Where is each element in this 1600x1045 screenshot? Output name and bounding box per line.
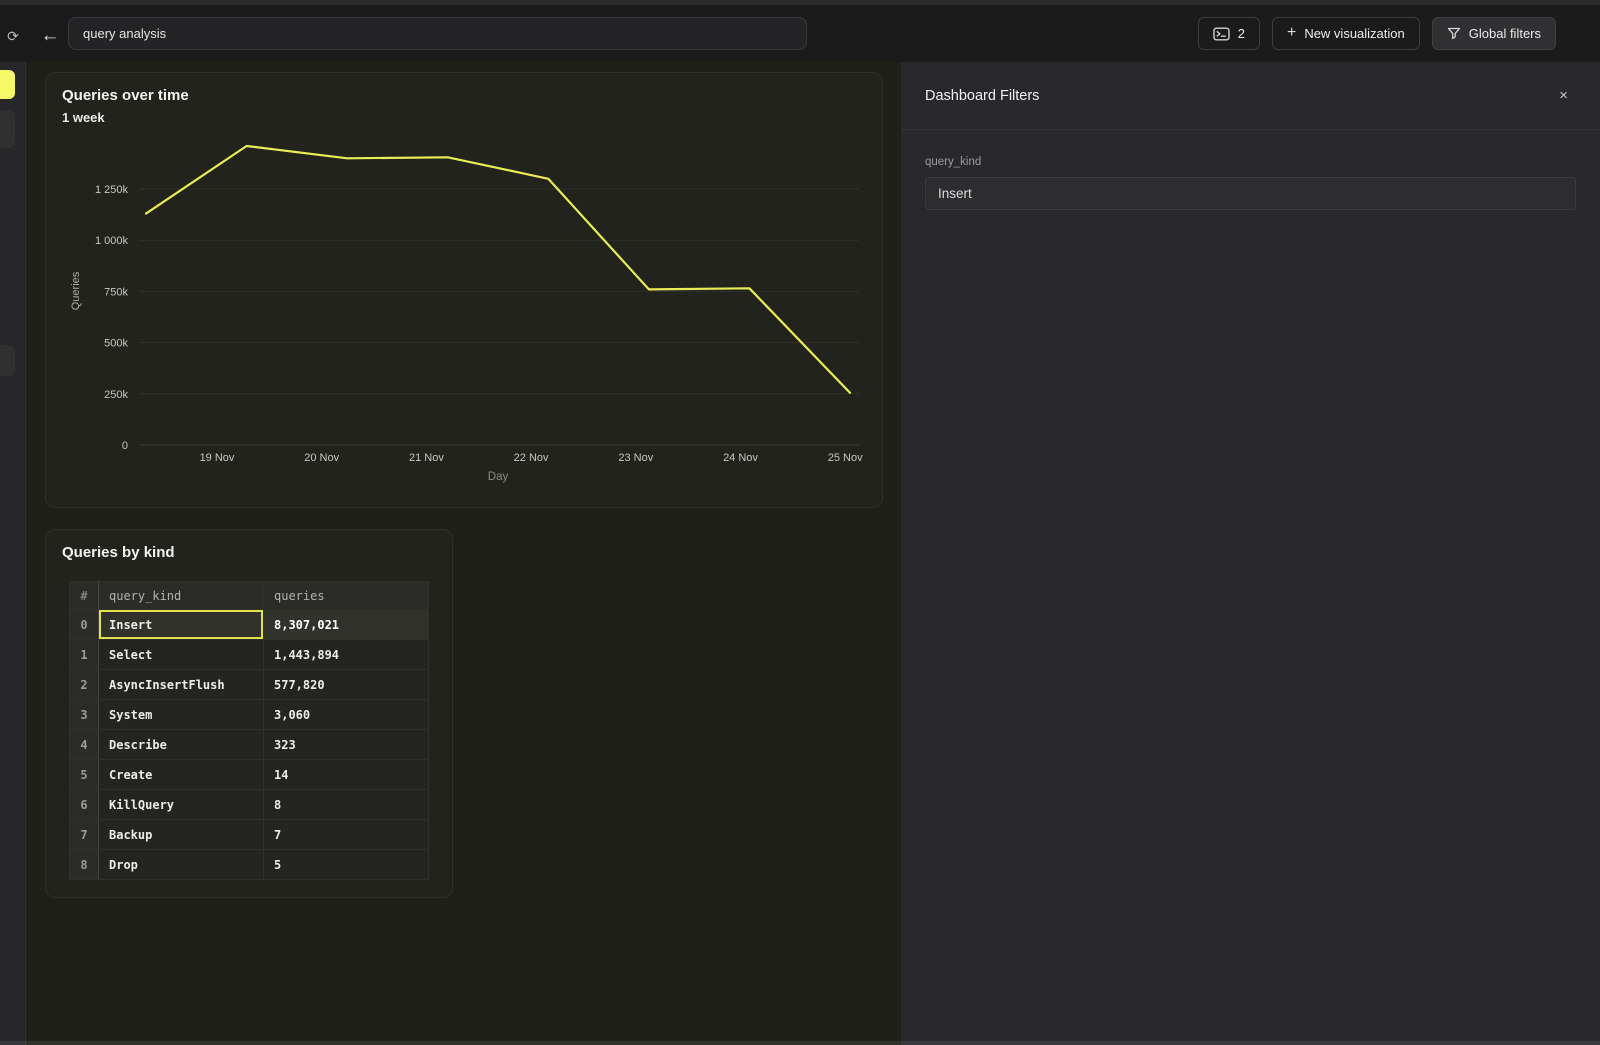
queries-count-cell[interactable]: 8	[264, 790, 429, 820]
window-bottom-edge	[0, 1041, 1600, 1045]
queries-count-cell[interactable]: 7	[264, 820, 429, 850]
row-index-cell: 3	[70, 700, 99, 730]
x-axis-title: Day	[488, 471, 509, 483]
filter-field-label: query_kind	[925, 156, 1576, 168]
sidebar-dashboard-tab-2[interactable]	[0, 345, 15, 376]
terminal-console-icon	[1213, 27, 1230, 41]
row-index-cell: 6	[70, 790, 99, 820]
topbar-actions: 2 + New visualization Global filters	[1198, 17, 1556, 50]
table-row: 3System3,060	[70, 700, 429, 730]
column-header-query_kind[interactable]: query_kind	[99, 582, 264, 610]
x-tick-label: 23 Nov	[618, 452, 653, 464]
row-index-cell: 8	[70, 850, 99, 880]
column-header-queries[interactable]: queries	[264, 582, 429, 610]
filters-header: Dashboard Filters ×	[901, 62, 1600, 130]
query-kind-cell[interactable]: Drop	[99, 850, 264, 880]
table-header: #query_kindqueries	[70, 582, 429, 610]
queries-count-cell[interactable]: 577,820	[264, 670, 429, 700]
y-axis-title: Queries	[70, 271, 82, 310]
row-index-cell: 0	[70, 610, 99, 640]
row-index-cell: 2	[70, 670, 99, 700]
queries-line-chart: 0 250k 500k 750k 1 000k 1 250k 19 Nov 20 Nov 21 …	[46, 73, 884, 493]
queries-count-cell[interactable]: 1,443,894	[264, 640, 429, 670]
x-tick-label: 21 Nov	[409, 452, 444, 464]
query-kind-cell[interactable]: AsyncInsertFlush	[99, 670, 264, 700]
close-icon[interactable]: ×	[1559, 88, 1568, 103]
y-tick-label: 250k	[104, 389, 128, 401]
filters-panel-title: Dashboard Filters	[925, 88, 1039, 104]
dashboard-filters-panel: Dashboard Filters × query_kind	[901, 62, 1600, 1045]
queries-over-time-panel[interactable]: 0 250k 500k 750k 1 000k 1 250k 19 Nov 20 Nov 21 …	[45, 72, 883, 508]
top-bar: ⟳ ← 2 + New visualization Global fi	[0, 5, 1600, 62]
table-row: 8Drop5	[70, 850, 429, 880]
y-tick-label: 500k	[104, 338, 128, 350]
table-row: 2AsyncInsertFlush577,820	[70, 670, 429, 700]
query-kind-cell[interactable]: Insert	[99, 610, 264, 640]
row-index-cell: 5	[70, 760, 99, 790]
left-sidebar-rail	[0, 62, 26, 1045]
y-tick-label: 1 000k	[95, 235, 129, 247]
dashboard-title-input[interactable]	[68, 17, 807, 50]
y-tick-label: 1 250k	[95, 184, 129, 196]
x-tick-label: 20 Nov	[304, 452, 339, 464]
row-index-cell: 1	[70, 640, 99, 670]
table-row: 0Insert8,307,021	[70, 610, 429, 640]
refresh-icon[interactable]: ⟳	[4, 27, 22, 45]
console-count-badge: 2	[1238, 26, 1245, 41]
x-tick-label: 19 Nov	[200, 452, 235, 464]
query-kind-cell[interactable]: Describe	[99, 730, 264, 760]
queries-count-cell[interactable]: 323	[264, 730, 429, 760]
query-kind-cell[interactable]: Select	[99, 640, 264, 670]
queries-count-cell[interactable]: 8,307,021	[264, 610, 429, 640]
table-row: 1Select1,443,894	[70, 640, 429, 670]
queries-count-cell[interactable]: 14	[264, 760, 429, 790]
y-tick-label: 0	[122, 440, 128, 452]
queries-count-cell[interactable]: 5	[264, 850, 429, 880]
new-visualization-label: New visualization	[1304, 26, 1404, 41]
funnel-icon	[1447, 27, 1461, 40]
row-index-cell: 4	[70, 730, 99, 760]
chart-title: Queries over time	[62, 87, 189, 104]
query-kind-cell[interactable]: Create	[99, 760, 264, 790]
filters-body: query_kind	[901, 130, 1600, 210]
global-filters-label: Global filters	[1469, 26, 1541, 41]
column-header-index[interactable]: #	[70, 582, 99, 610]
row-index-cell: 7	[70, 820, 99, 850]
global-filters-button[interactable]: Global filters	[1432, 17, 1556, 50]
table-title: Queries by kind	[62, 544, 175, 561]
new-visualization-button[interactable]: + New visualization	[1272, 17, 1420, 50]
chart-subtitle: 1 week	[62, 110, 105, 125]
series-line-queries	[146, 146, 850, 393]
sidebar-active-dashboard-tab[interactable]	[0, 70, 15, 99]
y-tick-label: 750k	[104, 286, 128, 298]
queries-count-cell[interactable]: 3,060	[264, 700, 429, 730]
sql-console-button[interactable]: 2	[1198, 17, 1260, 50]
query-kind-cell[interactable]: Backup	[99, 820, 264, 850]
queries-by-kind-panel[interactable]: Queries by kind #query_kindqueries 0Inse…	[45, 529, 453, 898]
sidebar-dashboard-tab[interactable]	[0, 110, 15, 148]
back-button[interactable]: ←	[38, 23, 62, 49]
x-tick-label: 22 Nov	[514, 452, 549, 464]
table-row: 5Create14	[70, 760, 429, 790]
query-kind-cell[interactable]: System	[99, 700, 264, 730]
query-kind-cell[interactable]: KillQuery	[99, 790, 264, 820]
table-row: 4Describe323	[70, 730, 429, 760]
x-tick-label: 25 Nov	[828, 452, 863, 464]
query-kind-filter-input[interactable]	[925, 177, 1576, 210]
table-row: 6KillQuery8	[70, 790, 429, 820]
dashboard-canvas: 0250k500k750k1 000k1 250k19 Nov20 Nov21 …	[26, 62, 901, 1045]
queries-by-kind-table: #query_kindqueries 0Insert8,307,0211Sele…	[69, 581, 429, 880]
plus-icon: +	[1287, 24, 1296, 42]
table-row: 7Backup7	[70, 820, 429, 850]
x-tick-label: 24 Nov	[723, 452, 758, 464]
